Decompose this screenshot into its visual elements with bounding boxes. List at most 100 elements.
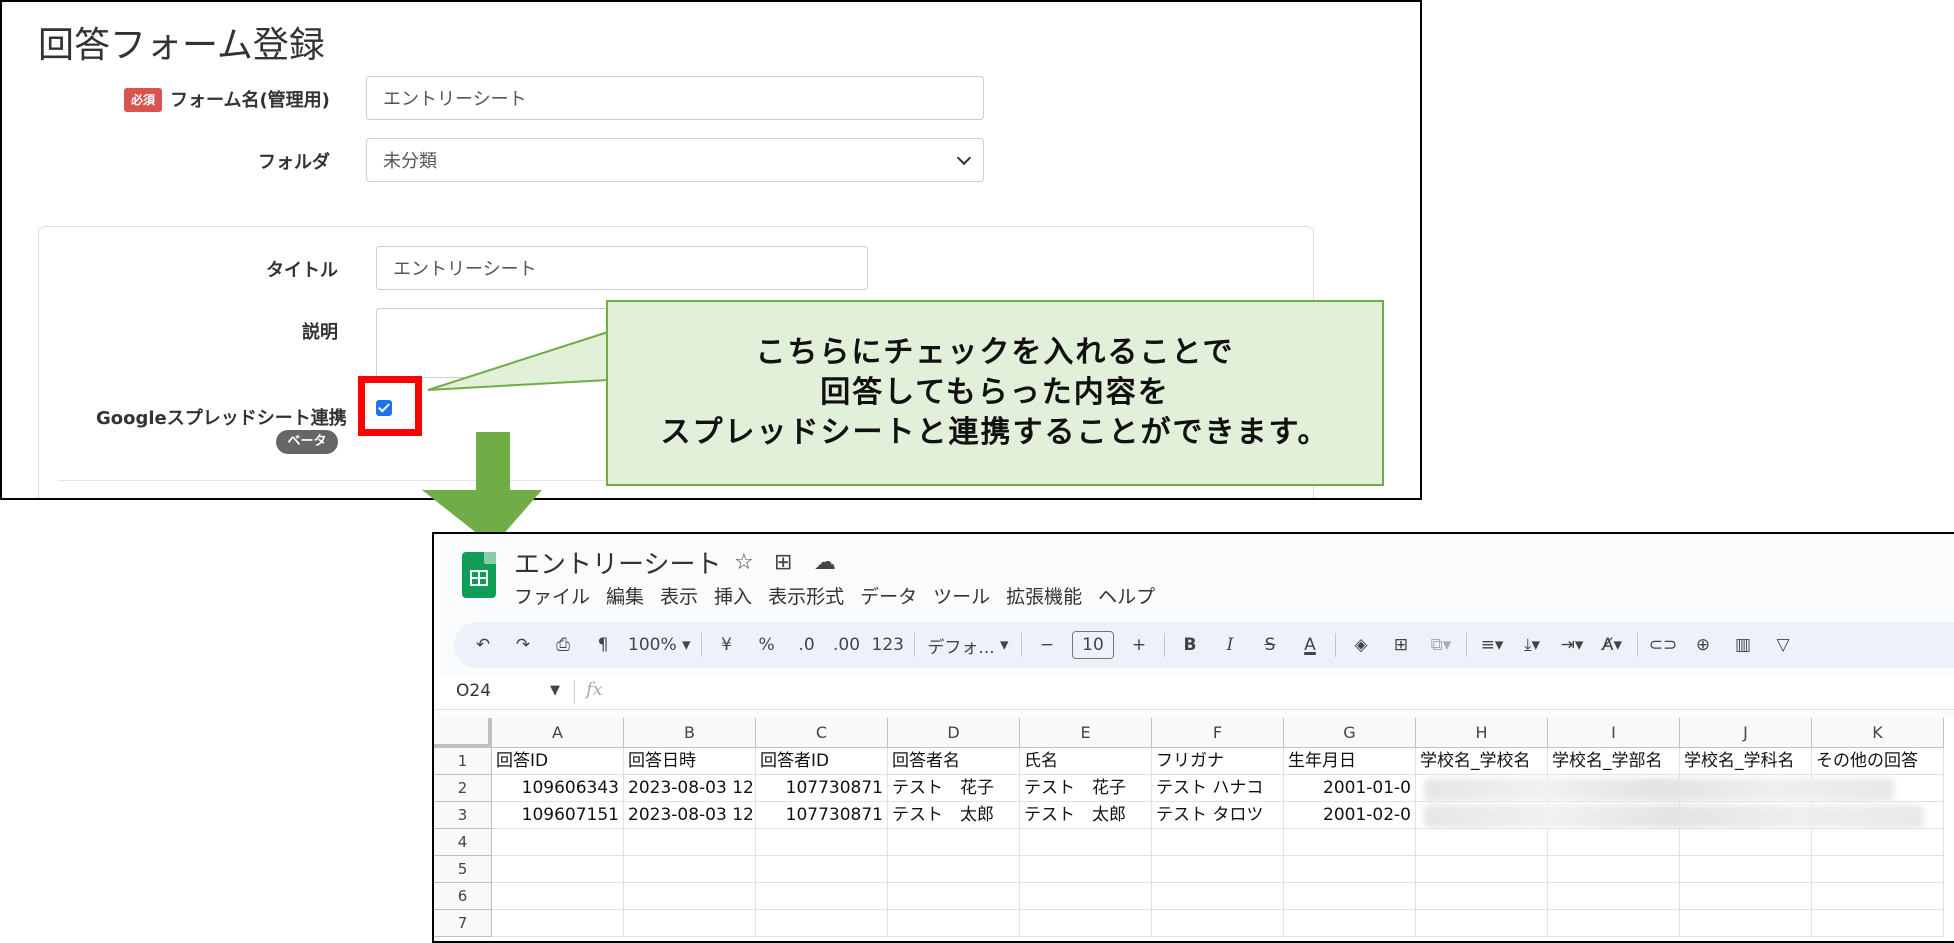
insert-link-icon[interactable]: ⊂⊃ (1648, 630, 1678, 660)
table-cell[interactable]: 氏名 (1020, 748, 1152, 775)
text-rotate-icon[interactable]: A̸▾ (1597, 630, 1627, 660)
menu-view[interactable]: 表示 (660, 582, 698, 609)
table-cell[interactable] (1152, 856, 1284, 883)
table-cell[interactable] (1416, 910, 1548, 937)
column-header-f[interactable]: F (1152, 718, 1284, 748)
table-cell[interactable] (1680, 829, 1812, 856)
table-cell[interactable]: 回答ID (492, 748, 624, 775)
table-cell[interactable]: 生年月日 (1284, 748, 1416, 775)
move-to-folder-icon[interactable]: ⊞ (774, 550, 792, 575)
description-textarea[interactable] (376, 308, 636, 378)
table-cell[interactable] (1020, 910, 1152, 937)
table-cell[interactable] (888, 829, 1020, 856)
table-cell[interactable] (492, 883, 624, 910)
table-cell[interactable] (1680, 910, 1812, 937)
table-cell[interactable]: 107730871 (756, 802, 888, 829)
column-header-a[interactable]: A (492, 718, 624, 748)
table-cell[interactable]: フリガナ (1152, 748, 1284, 775)
borders-icon[interactable]: ⊞ (1386, 630, 1416, 660)
paint-format-icon[interactable]: ¶ (588, 630, 618, 660)
insert-chart-icon[interactable]: ▥ (1728, 630, 1758, 660)
undo-icon[interactable]: ↶ (468, 630, 498, 660)
folder-select[interactable]: 未分類 (366, 138, 984, 182)
increase-decimal-button[interactable]: .00 (832, 630, 862, 660)
row-header[interactable]: 2 (434, 775, 492, 802)
text-wrap-icon[interactable]: ⇥▾ (1557, 630, 1587, 660)
table-cell[interactable] (1548, 856, 1680, 883)
font-select[interactable]: デフォ... ▾ (925, 630, 1011, 660)
table-cell[interactable]: 回答日時 (624, 748, 756, 775)
decrease-decimal-button[interactable]: .0 (792, 630, 822, 660)
table-cell[interactable] (492, 856, 624, 883)
table-cell[interactable] (1548, 829, 1680, 856)
table-cell[interactable]: 2001-01-0 (1284, 775, 1416, 802)
title-input[interactable]: エントリーシート (376, 246, 868, 290)
table-cell[interactable] (756, 856, 888, 883)
table-cell[interactable]: 2001-02-0 (1284, 802, 1416, 829)
table-cell[interactable] (1416, 856, 1548, 883)
menu-data[interactable]: データ (860, 582, 917, 609)
number-format-button[interactable]: 123 (872, 630, 904, 660)
menu-edit[interactable]: 編集 (606, 582, 644, 609)
font-size-input[interactable]: 10 (1072, 631, 1114, 659)
merge-cells-icon[interactable]: ⧉▾ (1426, 630, 1456, 660)
star-icon[interactable]: ☆ (734, 550, 754, 575)
print-icon[interactable]: ⎙ (548, 630, 578, 660)
select-all-corner[interactable] (434, 718, 492, 748)
italic-button[interactable]: I (1215, 630, 1245, 660)
currency-format-button[interactable]: ¥ (712, 630, 742, 660)
table-cell[interactable] (888, 910, 1020, 937)
menu-extensions[interactable]: 拡張機能 (1006, 582, 1082, 609)
table-cell[interactable] (1284, 883, 1416, 910)
menu-help[interactable]: ヘルプ (1098, 582, 1155, 609)
table-cell[interactable]: 学校名_学校名 (1416, 748, 1548, 775)
column-header-c[interactable]: C (756, 718, 888, 748)
form-name-input[interactable]: エントリーシート (366, 76, 984, 120)
text-color-button[interactable]: A (1295, 630, 1325, 660)
table-cell[interactable] (1152, 829, 1284, 856)
table-cell[interactable] (492, 829, 624, 856)
table-cell[interactable]: テスト タロツ (1152, 802, 1284, 829)
table-cell[interactable]: テスト 花子 (1020, 775, 1152, 802)
name-box-dropdown-icon[interactable]: ▼ (550, 683, 560, 698)
column-header-b[interactable]: B (624, 718, 756, 748)
column-header-g[interactable]: G (1284, 718, 1416, 748)
font-size-increase-button[interactable]: + (1124, 630, 1154, 660)
table-cell[interactable] (1284, 829, 1416, 856)
menu-tools[interactable]: ツール (933, 582, 990, 609)
table-cell[interactable] (756, 829, 888, 856)
cloud-saved-icon[interactable]: ☁ (814, 550, 836, 575)
table-cell[interactable] (1812, 856, 1944, 883)
fill-color-icon[interactable]: ◈ (1346, 630, 1376, 660)
row-header[interactable]: 3 (434, 802, 492, 829)
table-cell[interactable] (888, 883, 1020, 910)
table-cell[interactable]: テスト 花子 (888, 775, 1020, 802)
table-cell[interactable]: 2023-08-03 12:1 (624, 802, 756, 829)
menu-format[interactable]: 表示形式 (768, 582, 844, 609)
vertical-align-icon[interactable]: ⤓▾ (1517, 630, 1547, 660)
table-cell[interactable] (1020, 856, 1152, 883)
table-cell[interactable] (1680, 856, 1812, 883)
table-cell[interactable] (1812, 883, 1944, 910)
percent-format-button[interactable]: % (752, 630, 782, 660)
table-cell[interactable] (1020, 829, 1152, 856)
row-header[interactable]: 6 (434, 883, 492, 910)
redo-icon[interactable]: ↷ (508, 630, 538, 660)
font-size-decrease-button[interactable]: − (1032, 630, 1062, 660)
strikethrough-button[interactable]: S (1255, 630, 1285, 660)
sheets-link-checkbox[interactable] (376, 400, 392, 416)
table-cell[interactable]: 回答者名 (888, 748, 1020, 775)
table-cell[interactable] (1152, 883, 1284, 910)
table-cell[interactable] (1812, 910, 1944, 937)
table-cell[interactable] (624, 829, 756, 856)
horizontal-align-icon[interactable]: ≡▾ (1477, 630, 1507, 660)
table-cell[interactable]: テスト 太郎 (888, 802, 1020, 829)
table-cell[interactable] (1284, 910, 1416, 937)
column-header-i[interactable]: I (1548, 718, 1680, 748)
table-cell[interactable]: 学校名_学科名 (1680, 748, 1812, 775)
table-cell[interactable] (1680, 883, 1812, 910)
table-cell[interactable] (624, 910, 756, 937)
table-cell[interactable] (756, 910, 888, 937)
bold-button[interactable]: B (1175, 630, 1205, 660)
column-header-j[interactable]: J (1680, 718, 1812, 748)
